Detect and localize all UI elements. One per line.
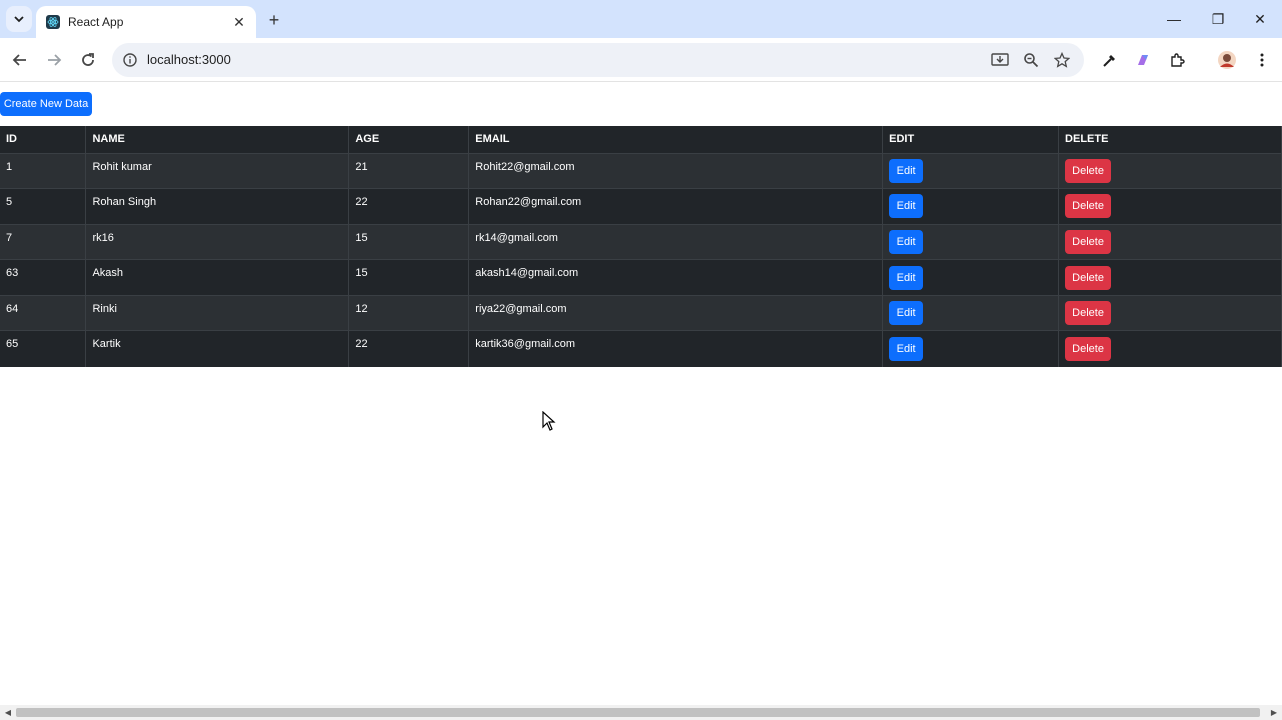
column-header-delete: DELETE xyxy=(1058,126,1282,154)
edit-button[interactable]: Edit xyxy=(889,194,924,219)
forward-arrow-icon[interactable] xyxy=(40,46,68,74)
url-text: localhost:3000 xyxy=(147,52,231,67)
email-cell: akash14@gmail.com xyxy=(475,267,579,280)
email-cell: riya22@gmail.com xyxy=(475,302,567,315)
scrollbar-thumb[interactable] xyxy=(16,708,1260,717)
age-cell: 12 xyxy=(355,302,368,315)
column-header-id: ID xyxy=(0,126,87,154)
eyedropper-icon[interactable] xyxy=(1098,48,1122,72)
edit-button[interactable]: Edit xyxy=(889,301,924,326)
table-row: 5 Rohan Singh 22 Rohan22@gmail.com Edit … xyxy=(0,188,1282,225)
browser-tab[interactable]: React App ✕ xyxy=(36,6,256,38)
extensions-icon[interactable] xyxy=(1165,48,1189,72)
age-cell: 21 xyxy=(355,160,368,173)
name-cell: Kartik xyxy=(92,338,121,351)
site-info-icon[interactable] xyxy=(122,52,138,68)
bookmark-star-icon[interactable] xyxy=(1052,50,1072,70)
table-row: 7 rk16 15 rk14@gmail.com Edit Delete xyxy=(0,223,1282,260)
zoom-icon[interactable] xyxy=(1021,50,1041,70)
edit-button[interactable]: Edit xyxy=(889,337,924,362)
edit-button[interactable]: Edit xyxy=(889,229,924,254)
column-header-name: NAME xyxy=(85,126,350,154)
tab-close-icon[interactable]: ✕ xyxy=(230,13,248,31)
browser-tab-bar: React App ✕ + — ❐ ✕ xyxy=(0,0,1282,38)
id-cell: 7 xyxy=(6,231,13,244)
delete-button[interactable]: Delete xyxy=(1065,194,1112,219)
delete-button[interactable]: Delete xyxy=(1065,229,1112,254)
close-window-button[interactable]: ✕ xyxy=(1238,0,1282,38)
column-header-age: AGE xyxy=(348,126,470,154)
react-favicon-icon xyxy=(46,15,60,29)
create-new-data-button[interactable]: Create New Data xyxy=(0,92,92,116)
browser-toolbar: localhost:3000 xyxy=(0,38,1282,82)
table-header-row: ID NAME AGE EMAIL EDIT DELETE xyxy=(0,126,1282,154)
table-row: 1 Rohit kumar 21 Rohit22@gmail.com Edit … xyxy=(0,152,1282,189)
id-cell: 1 xyxy=(6,160,13,173)
profile-avatar-icon[interactable] xyxy=(1215,48,1239,72)
tab-title: React App xyxy=(68,15,124,29)
column-header-edit: EDIT xyxy=(882,126,1060,154)
tab-search-icon[interactable] xyxy=(6,6,32,32)
email-cell: kartik36@gmail.com xyxy=(475,338,576,351)
horizontal-scrollbar[interactable]: ◀ ▶ xyxy=(0,705,1282,720)
gemini-icon[interactable] xyxy=(1131,48,1155,72)
edit-button[interactable]: Edit xyxy=(889,158,924,183)
reload-icon[interactable] xyxy=(74,46,102,74)
age-cell: 15 xyxy=(355,267,368,280)
delete-button[interactable]: Delete xyxy=(1065,265,1112,290)
delete-button[interactable]: Delete xyxy=(1065,337,1112,362)
id-cell: 65 xyxy=(6,338,19,351)
email-cell: Rohan22@gmail.com xyxy=(475,196,582,209)
data-table: ID NAME AGE EMAIL EDIT DELETE 1 Rohit ku… xyxy=(0,126,1282,367)
address-bar[interactable]: localhost:3000 xyxy=(112,43,1084,77)
install-app-icon[interactable] xyxy=(990,50,1010,70)
delete-button[interactable]: Delete xyxy=(1065,301,1112,326)
delete-button[interactable]: Delete xyxy=(1065,158,1112,183)
id-cell: 63 xyxy=(6,267,19,280)
id-cell: 64 xyxy=(6,302,19,315)
restore-button[interactable]: ❐ xyxy=(1196,0,1240,38)
age-cell: 15 xyxy=(355,231,368,244)
name-cell: Akash xyxy=(92,267,124,280)
scroll-left-icon[interactable]: ◀ xyxy=(2,707,14,718)
mouse-cursor-icon xyxy=(542,410,556,431)
column-header-email: EMAIL xyxy=(468,126,884,154)
email-cell: rk14@gmail.com xyxy=(475,231,558,244)
name-cell: Rohit kumar xyxy=(92,160,152,173)
age-cell: 22 xyxy=(355,338,368,351)
back-arrow-icon[interactable] xyxy=(6,46,34,74)
email-cell: Rohit22@gmail.com xyxy=(475,160,575,173)
name-cell: Rinki xyxy=(92,302,117,315)
edit-button[interactable]: Edit xyxy=(889,265,924,290)
kebab-menu-icon[interactable] xyxy=(1250,48,1274,72)
minimize-button[interactable]: — xyxy=(1152,0,1196,38)
id-cell: 5 xyxy=(6,196,13,209)
table-row: 65 Kartik 22 kartik36@gmail.com Edit Del… xyxy=(0,330,1282,367)
new-tab-button[interactable]: + xyxy=(262,8,286,32)
name-cell: Rohan Singh xyxy=(92,196,157,209)
age-cell: 22 xyxy=(355,196,368,209)
name-cell: rk16 xyxy=(92,231,114,244)
table-row: 63 Akash 15 akash14@gmail.com Edit Delet… xyxy=(0,259,1282,296)
scroll-right-icon[interactable]: ▶ xyxy=(1268,707,1280,718)
table-row: 64 Rinki 12 riya22@gmail.com Edit Delete xyxy=(0,294,1282,331)
